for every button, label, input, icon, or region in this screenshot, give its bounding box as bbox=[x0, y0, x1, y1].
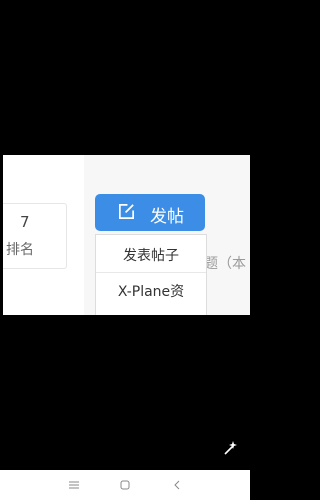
magic-wand-icon[interactable] bbox=[222, 440, 238, 456]
menu-item-xplane-resource[interactable]: X-Plane资 bbox=[96, 281, 206, 301]
post-dropdown-menu: 发表帖子 X-Plane资 bbox=[95, 234, 207, 315]
topic-text-partial: 题（本 bbox=[204, 256, 246, 272]
post-button-label: 发帖 bbox=[150, 207, 184, 227]
stat-number: 7 bbox=[20, 213, 30, 231]
post-button[interactable]: 发帖 bbox=[95, 194, 205, 231]
stat-label: 排名 bbox=[6, 242, 34, 258]
system-navigation-bar bbox=[0, 470, 250, 500]
stat-card bbox=[3, 203, 67, 269]
back-chevron-icon[interactable] bbox=[169, 477, 185, 493]
edit-icon bbox=[118, 203, 135, 220]
menu-icon[interactable] bbox=[66, 477, 82, 493]
app-content: 7 排名 题（本 发帖 发表帖子 X-Plane资 bbox=[3, 155, 250, 315]
menu-item-publish-post[interactable]: 发表帖子 bbox=[96, 245, 206, 265]
home-square-icon[interactable] bbox=[117, 477, 133, 493]
menu-divider bbox=[96, 272, 206, 273]
